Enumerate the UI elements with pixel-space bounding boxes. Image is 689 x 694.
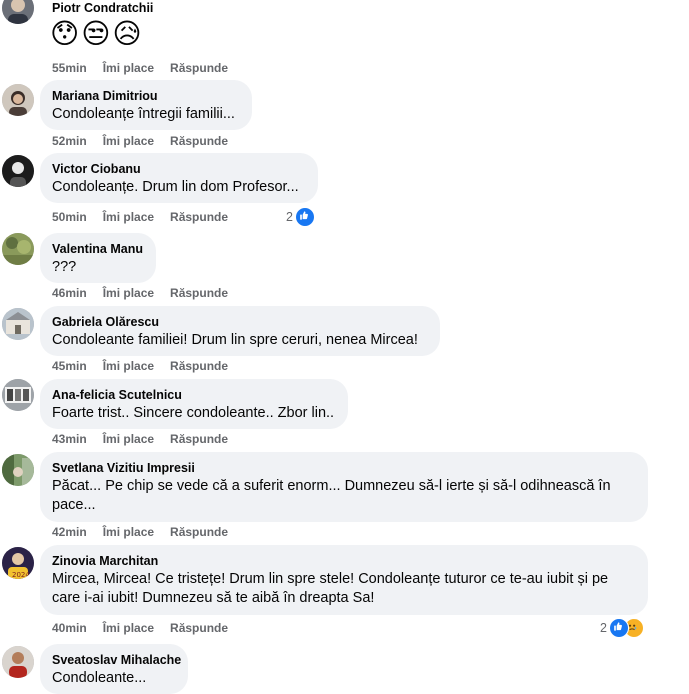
like-icon [294,207,315,227]
svg-text:2024: 2024 [12,571,30,579]
comment-actions: 52min Îmi place Răspunde [52,134,228,148]
like-icon [608,618,629,638]
comment-text: ??? [52,259,77,275]
like-button[interactable]: Îmi place [103,286,154,300]
comment-bubble: Gabriela Olărescu Condoleante familiei! … [40,306,440,356]
reply-button[interactable]: Răspunde [170,359,228,373]
avatar[interactable] [2,646,34,678]
comment-actions: 42min Îmi place Răspunde [52,525,228,539]
like-button[interactable]: Îmi place [103,210,154,224]
comment-emoji-text: 😯😒😥 [50,18,144,49]
comment-text: Păcat... Pe chip se vede că a suferit en… [52,478,611,513]
reply-button[interactable]: Răspunde [170,525,228,539]
comment-bubble: Valentina Manu ??? [40,233,156,283]
comment-actions: 43min Îmi place Răspunde [52,432,228,446]
reply-button[interactable]: Răspunde [170,61,228,75]
comment-actions: 55min Îmi place Răspunde [52,61,228,75]
comment-bubble: Victor Ciobanu Condoleanțe. Drum lin dom… [40,153,318,203]
reply-button[interactable]: Răspunde [170,210,228,224]
avatar[interactable] [2,308,34,340]
comment-author[interactable]: Victor Ciobanu [52,161,306,177]
reaction-summary[interactable]: 2 [286,207,315,227]
avatar[interactable]: 2024 [2,547,34,579]
like-button[interactable]: Îmi place [103,621,154,635]
comment-bubble: Sveatoslav Mihalache Condoleante... [40,644,188,694]
comment-time[interactable]: 43min [52,432,87,446]
avatar[interactable] [2,155,34,187]
comment-time[interactable]: 40min [52,621,87,635]
reaction-summary[interactable]: 2 [600,618,644,638]
comment-bubble: Ana-felicia Scutelnicu Foarte trist.. Si… [40,379,348,429]
reaction-count: 2 [286,210,293,224]
comment-author[interactable]: Gabriela Olărescu [52,314,428,330]
comment-author[interactable]: Ana-felicia Scutelnicu [52,387,336,403]
comment-author[interactable]: Zinovia Marchitan [52,553,636,569]
avatar[interactable] [2,84,34,116]
reply-button[interactable]: Răspunde [170,134,228,148]
comment-time[interactable]: 50min [52,210,87,224]
comment-actions: 45min Îmi place Răspunde [52,359,228,373]
like-button[interactable]: Îmi place [103,432,154,446]
comment-text: Condoleanțe întregii familii... [52,106,235,122]
avatar[interactable] [2,233,34,265]
comment-author[interactable]: Valentina Manu [52,241,144,257]
comment-time[interactable]: 42min [52,525,87,539]
reply-button[interactable]: Răspunde [170,286,228,300]
like-button[interactable]: Îmi place [103,359,154,373]
comment-author[interactable]: Mariana Dimitriou [52,88,240,104]
comment-time[interactable]: 55min [52,61,87,75]
comment-author[interactable]: Svetlana Vizitiu Impresii [52,460,636,476]
comment-text: Condoleante... [52,670,147,686]
avatar[interactable] [2,0,34,24]
comment-time[interactable]: 46min [52,286,87,300]
comment-author[interactable]: Piotr Condratchii [52,0,153,16]
comment-text: Condoleanțe. Drum lin dom Profesor... [52,179,299,195]
comment-bubble: Mariana Dimitriou Condoleanțe întregii f… [40,80,252,130]
like-button[interactable]: Îmi place [103,134,154,148]
comment-actions: 40min Îmi place Răspunde [52,621,228,635]
comment-bubble: Svetlana Vizitiu Impresii Păcat... Pe ch… [40,452,648,522]
like-button[interactable]: Îmi place [103,61,154,75]
comment-time[interactable]: 52min [52,134,87,148]
comment-text: Condoleante familiei! Drum lin spre ceru… [52,332,418,348]
comment-text: Foarte trist.. Sincere condoleante.. Zbo… [52,405,335,421]
comment-bubble: Zinovia Marchitan Mircea, Mircea! Ce tri… [40,545,648,615]
comment-actions: 46min Îmi place Răspunde [52,286,228,300]
avatar[interactable] [2,454,34,486]
comment-text: Mircea, Mircea! Ce tristețe! Drum lin sp… [52,571,609,606]
comment-author[interactable]: Sveatoslav Mihalache [52,652,181,668]
like-button[interactable]: Îmi place [103,525,154,539]
avatar[interactable] [2,379,34,411]
reaction-count: 2 [600,621,607,635]
reply-button[interactable]: Răspunde [170,432,228,446]
comment-actions: 50min Îmi place Răspunde [52,210,228,224]
comment-time[interactable]: 45min [52,359,87,373]
reply-button[interactable]: Răspunde [170,621,228,635]
